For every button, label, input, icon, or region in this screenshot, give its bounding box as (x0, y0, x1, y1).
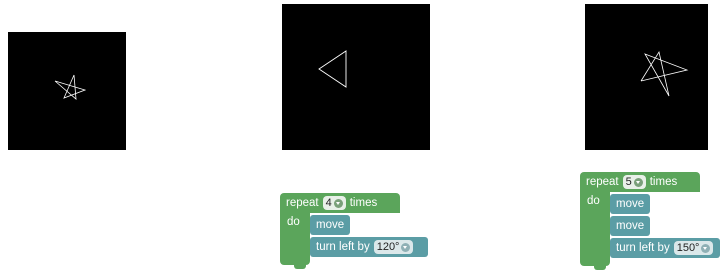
chevron-down-icon (401, 242, 411, 252)
repeat-label: repeat (286, 197, 319, 209)
star-drawing (54, 74, 87, 100)
do-spine: do (580, 192, 610, 258)
repeat-block-footer (280, 257, 310, 269)
move-block[interactable]: move (610, 194, 650, 214)
turn-label: turn left by (616, 242, 670, 254)
move-block[interactable]: move (310, 215, 350, 235)
repeat-count-value: 5 (625, 176, 632, 188)
times-label: times (649, 176, 678, 188)
star-path (54, 74, 87, 100)
output-canvas-2 (282, 4, 430, 150)
repeat-block-header[interactable]: repeat 5 times (580, 172, 700, 192)
move-block[interactable]: move (610, 216, 650, 236)
repeat-count-dropdown[interactable]: 4 (322, 196, 346, 210)
repeat-block-header[interactable]: repeat 4 times (280, 193, 400, 213)
output-canvas-3 (585, 4, 708, 150)
move-label: move (316, 219, 345, 231)
repeat-label: repeat (586, 176, 619, 188)
do-label: do (587, 195, 600, 207)
chevron-down-icon (633, 177, 643, 187)
move-label: move (616, 220, 645, 232)
triangle-drawing (318, 50, 347, 88)
program-triangle: repeat 4 times do move turn left by 120° (280, 193, 428, 269)
do-spine: do (280, 213, 310, 257)
turn-angle-dropdown[interactable]: 120° (373, 240, 414, 254)
skewed-star-drawing (640, 50, 689, 97)
repeat-block-footer (580, 258, 610, 270)
skewed-star-path (640, 50, 689, 97)
repeat-count-value: 4 (325, 197, 332, 209)
chevron-down-icon (333, 198, 343, 208)
move-label: move (616, 198, 645, 210)
turn-angle-dropdown[interactable]: 150° (673, 241, 714, 255)
turn-angle-value: 150° (676, 242, 700, 254)
triangle-path (318, 50, 347, 88)
turn-left-block[interactable]: turn left by 120° (310, 237, 428, 257)
do-label: do (287, 216, 300, 228)
output-canvas-1 (8, 32, 126, 150)
repeat-count-dropdown[interactable]: 5 (622, 175, 646, 189)
times-label: times (349, 197, 378, 209)
program-star: repeat 5 times do move move turn left by… (580, 172, 720, 270)
turn-angle-value: 120° (376, 241, 400, 253)
turn-label: turn left by (316, 241, 370, 253)
chevron-down-icon (701, 243, 711, 253)
turn-left-block[interactable]: turn left by 150° (610, 238, 720, 258)
